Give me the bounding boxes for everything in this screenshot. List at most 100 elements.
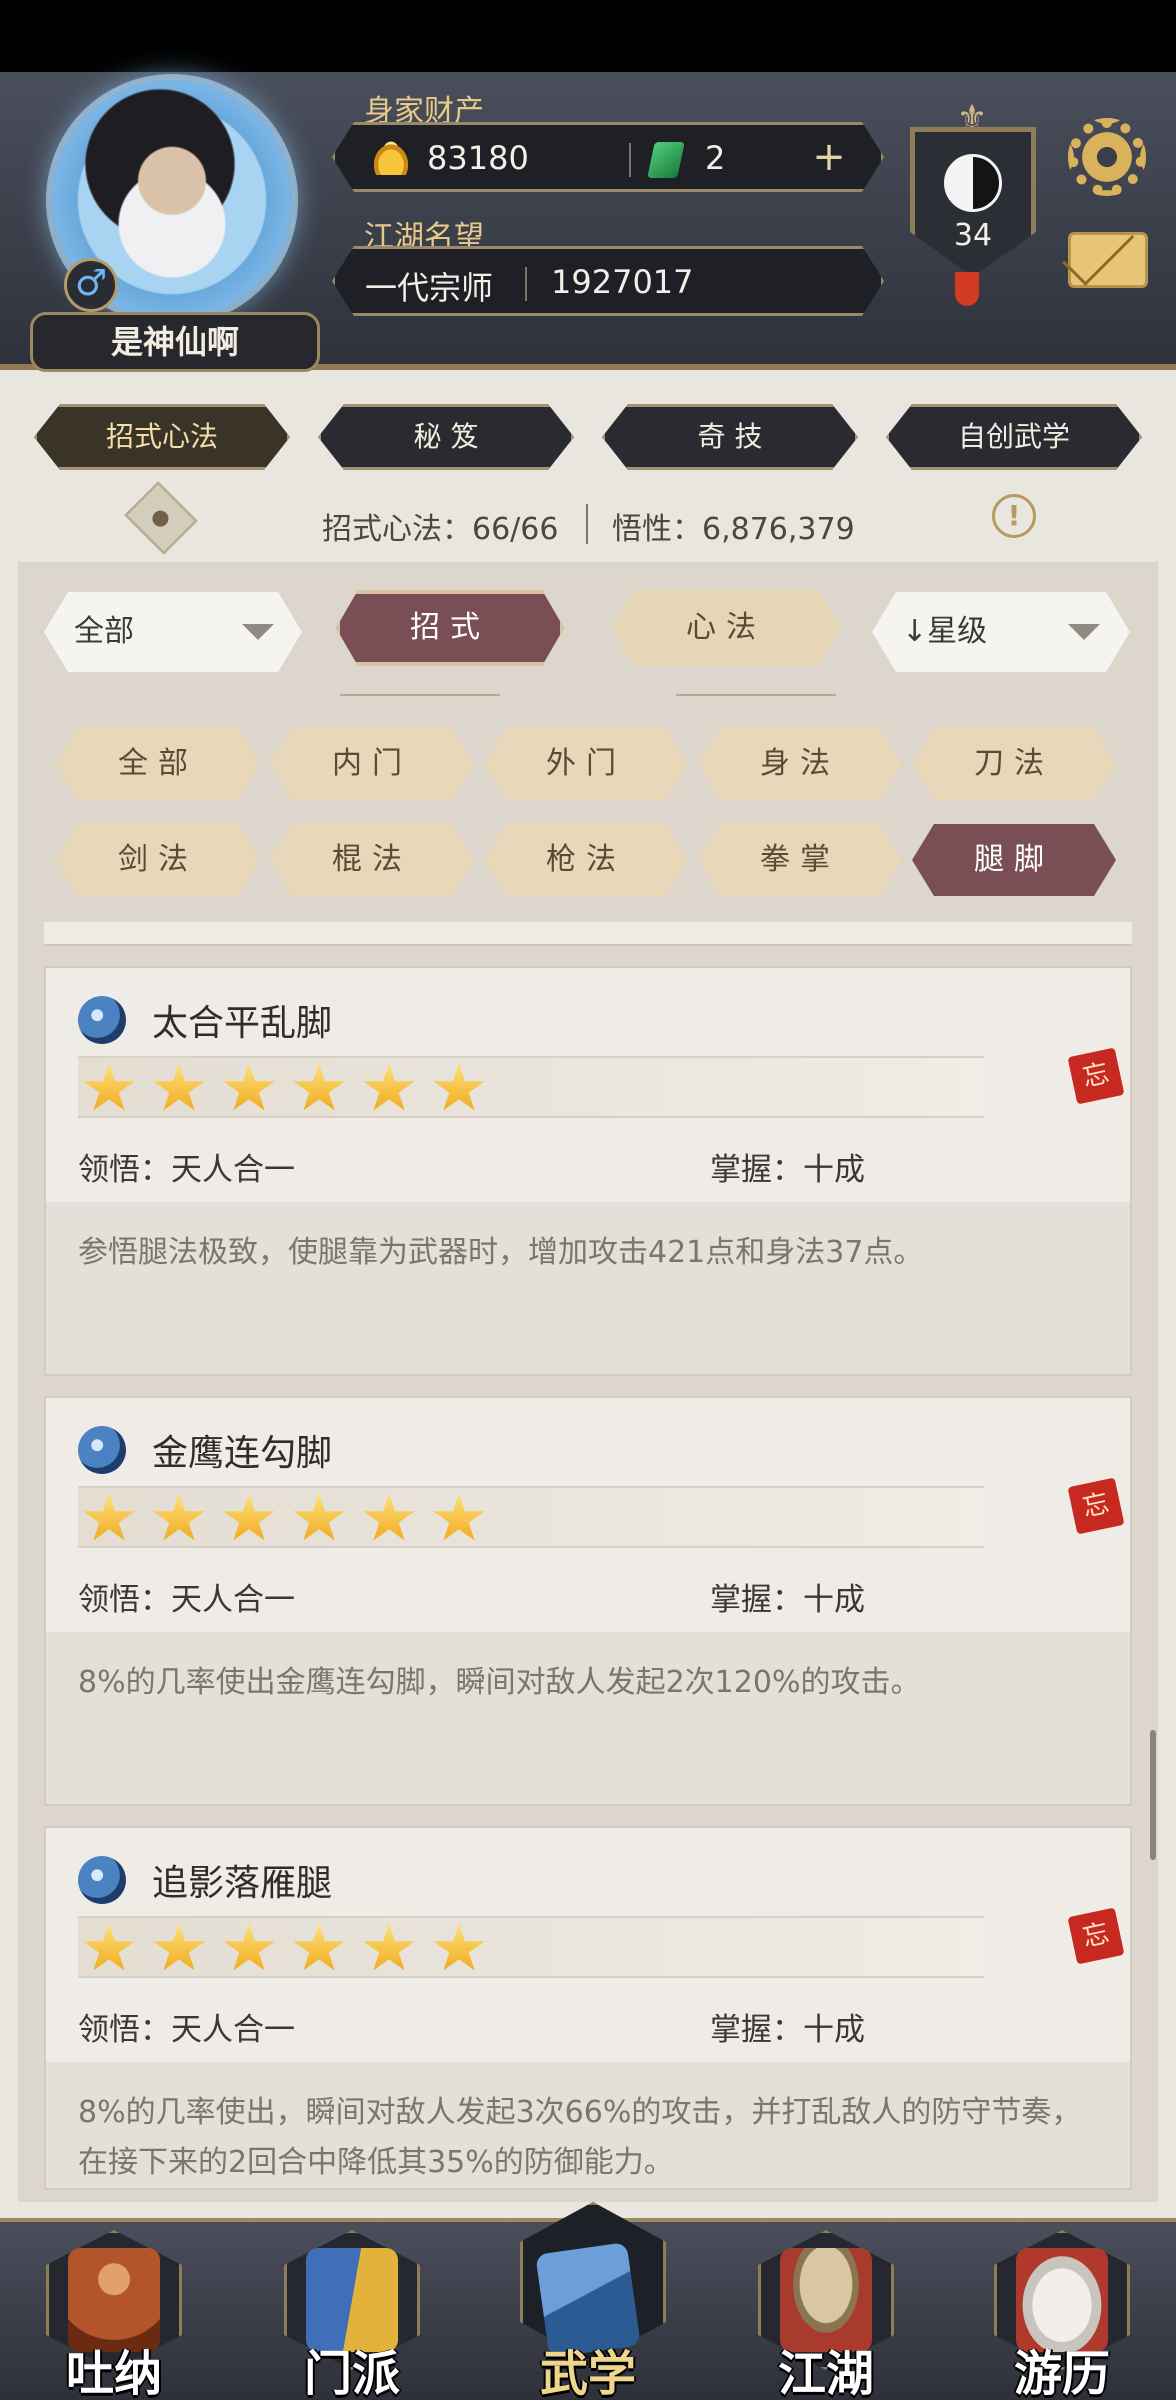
jade-amount: 2 (705, 139, 726, 177)
comprehension-text: 领悟：天人合一 (78, 2012, 295, 2048)
mastery-text: 掌握：十成 (710, 1152, 865, 1188)
tab-secret-manuals[interactable]: 秘 笈 (318, 404, 574, 470)
skill-orb-icon (78, 1426, 126, 1474)
eye-icon[interactable] (124, 481, 198, 555)
star-icon (153, 1923, 205, 1971)
star-rating (78, 1056, 984, 1118)
star-icon (433, 1063, 485, 1111)
gold-amount: 83180 (427, 139, 529, 177)
star-icon (83, 1063, 135, 1111)
skill-card[interactable]: 金鹰连勾脚 领悟：天人合一 掌握：十成 8%的几率使出金鹰连勾脚，瞬间对敌人发起… (44, 1396, 1132, 1806)
gear-icon[interactable] (1068, 118, 1146, 196)
male-icon: ♂ (64, 258, 118, 312)
nav-travel[interactable]: 游历 (982, 2222, 1142, 2400)
scrollbar[interactable] (1150, 1730, 1156, 1860)
list-top-edge (44, 922, 1132, 946)
forget-button[interactable]: 忘 (1067, 1477, 1125, 1535)
chip-all[interactable]: 全部 (56, 728, 260, 800)
player-header: ♂ 是神仙啊 身家财产 83180 2 + 江湖名望 一代宗师 1927017 … (0, 72, 1176, 372)
chip-outer-school[interactable]: 外门 (484, 728, 688, 800)
yin-yang-icon (944, 154, 1002, 212)
chevron-down-icon (1068, 624, 1100, 640)
wealth-bar: 83180 2 + (332, 122, 884, 192)
tab-special-skills[interactable]: 奇 技 (602, 404, 858, 470)
jade-icon (647, 142, 685, 178)
comprehension-text: 领悟：天人合一 (78, 1582, 295, 1618)
scope-select[interactable]: 全部 (44, 592, 302, 672)
tab-self-created[interactable]: 自创武学 (886, 404, 1142, 470)
star-icon (223, 1493, 275, 1541)
chip-staff[interactable]: 棍法 (270, 824, 474, 896)
mastery-text: 掌握：十成 (710, 2012, 865, 2048)
status-bar (0, 0, 1176, 72)
star-icon (83, 1493, 135, 1541)
type-methods-button[interactable]: 心法 (612, 590, 840, 666)
avatar-frame[interactable]: ♂ 是神仙啊 (22, 80, 322, 372)
skill-name: 金鹰连勾脚 (152, 1433, 333, 1474)
chip-fist[interactable]: 拳掌 (698, 824, 902, 896)
nav-label: 游历 (1013, 2346, 1110, 2400)
nav-breathing[interactable]: 吐纳 (34, 2222, 194, 2400)
skill-card[interactable]: 追影落雁腿 领悟：天人合一 掌握：十成 8%的几率使出，瞬间对敌人发起3次66%… (44, 1826, 1132, 2190)
skill-description: 8%的几率使出，瞬间对敌人发起3次66%的攻击，并打乱敌人的防守节奏，在接下来的… (78, 2095, 1082, 2180)
add-currency-button[interactable]: + (807, 137, 851, 181)
nav-label: 武学 (539, 2346, 636, 2400)
scope-select-value: 全部 (74, 614, 134, 649)
star-icon (293, 1063, 345, 1111)
forget-button[interactable]: 忘 (1067, 1047, 1125, 1105)
fame-value: 1927017 (551, 263, 694, 301)
fame-title: 一代宗师 (365, 269, 494, 307)
forget-button[interactable]: 忘 (1067, 1907, 1125, 1965)
nav-jianghu[interactable]: 江湖 (746, 2222, 906, 2400)
moves-count: 招式心法：66/66 (322, 512, 559, 547)
fame-bar: 一代宗师 1927017 (332, 246, 884, 316)
level-badge[interactable]: 34 (910, 127, 1036, 277)
chip-movement[interactable]: 身法 (698, 728, 902, 800)
chip-spear[interactable]: 枪法 (484, 824, 688, 896)
type-moves-button[interactable]: 招式 (336, 590, 564, 666)
nav-martial-arts[interactable]: 武学 (508, 2202, 668, 2400)
comprehension-text: 领悟：天人合一 (78, 1152, 295, 1188)
star-icon (363, 1493, 415, 1541)
mail-icon[interactable] (1068, 232, 1148, 288)
star-icon (293, 1923, 345, 1971)
star-rating (78, 1916, 984, 1978)
divider-ornament (340, 694, 500, 696)
skill-card[interactable]: 太合平乱脚 领悟：天人合一 掌握：十成 参悟腿法极致，使腿靠为武器时，增加攻击4… (44, 966, 1132, 1376)
player-name: 是神仙啊 (30, 312, 320, 372)
chip-saber[interactable]: 刀法 (912, 728, 1116, 800)
skill-orb-icon (78, 996, 126, 1044)
skill-description: 参悟腿法极致，使腿靠为武器时，增加攻击421点和身法37点。 (78, 1235, 924, 1270)
star-icon (223, 1923, 275, 1971)
divider (629, 143, 631, 177)
tassel-icon (955, 272, 979, 306)
divider-ornament (676, 694, 836, 696)
skill-name: 太合平乱脚 (152, 1003, 333, 1044)
star-icon (223, 1063, 275, 1111)
chip-inner-school[interactable]: 内门 (270, 728, 474, 800)
star-icon (83, 1923, 135, 1971)
chip-sword[interactable]: 剑法 (56, 824, 260, 896)
info-icon[interactable]: ! (992, 494, 1036, 538)
chevron-down-icon (242, 624, 274, 640)
insight-value: 悟性：6,876,379 (612, 512, 855, 547)
player-level: 34 (953, 218, 993, 253)
gold-ingot-icon (371, 141, 411, 175)
skill-orb-icon (78, 1856, 126, 1904)
star-icon (153, 1063, 205, 1111)
nav-label: 江湖 (777, 2346, 874, 2400)
star-icon (433, 1493, 485, 1541)
sort-select-value: ↓星级 (902, 614, 988, 649)
tab-moves-methods[interactable]: 招式心法 (34, 404, 290, 470)
star-icon (293, 1493, 345, 1541)
sort-select[interactable]: ↓星级 (872, 592, 1130, 672)
nav-label: 吐纳 (65, 2346, 162, 2400)
nav-sect[interactable]: 门派 (272, 2222, 432, 2400)
skill-name: 追影落雁腿 (152, 1863, 333, 1904)
nav-label: 门派 (303, 2346, 400, 2400)
skill-description: 8%的几率使出金鹰连勾脚，瞬间对敌人发起2次120%的攻击。 (78, 1665, 921, 1700)
star-icon (363, 1063, 415, 1111)
divider (586, 504, 588, 544)
chip-legs[interactable]: 腿脚 (912, 824, 1116, 896)
bottom-nav: 吐纳 门派 武学 江湖 游历 (0, 2202, 1176, 2400)
